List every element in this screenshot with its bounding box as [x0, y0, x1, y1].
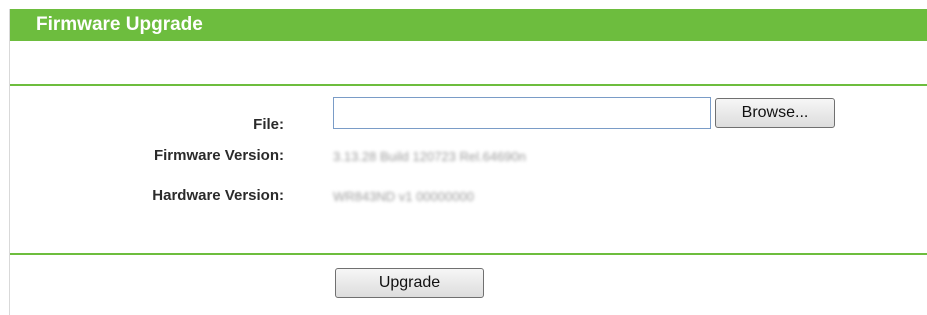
- firmware-version-label: Firmware Version:: [153, 147, 284, 164]
- upgrade-button[interactable]: Upgrade: [335, 268, 484, 298]
- panel-header: Firmware Upgrade: [10, 9, 927, 41]
- firmware-upgrade-panel: Firmware Upgrade File: Browse... Firmwar…: [9, 9, 927, 315]
- file-label: File:: [253, 116, 284, 133]
- top-divider: [10, 84, 927, 86]
- browse-button[interactable]: Browse...: [715, 98, 835, 128]
- hardware-version-label: Hardware Version:: [152, 187, 284, 204]
- file-path-input[interactable]: [333, 97, 711, 129]
- page-title: Firmware Upgrade: [36, 14, 203, 35]
- hardware-version-value: WR843ND v1 00000000: [333, 189, 474, 204]
- bottom-divider: [10, 253, 927, 255]
- firmware-version-value: 3.13.28 Build 120723 Rel.64690n: [333, 149, 526, 164]
